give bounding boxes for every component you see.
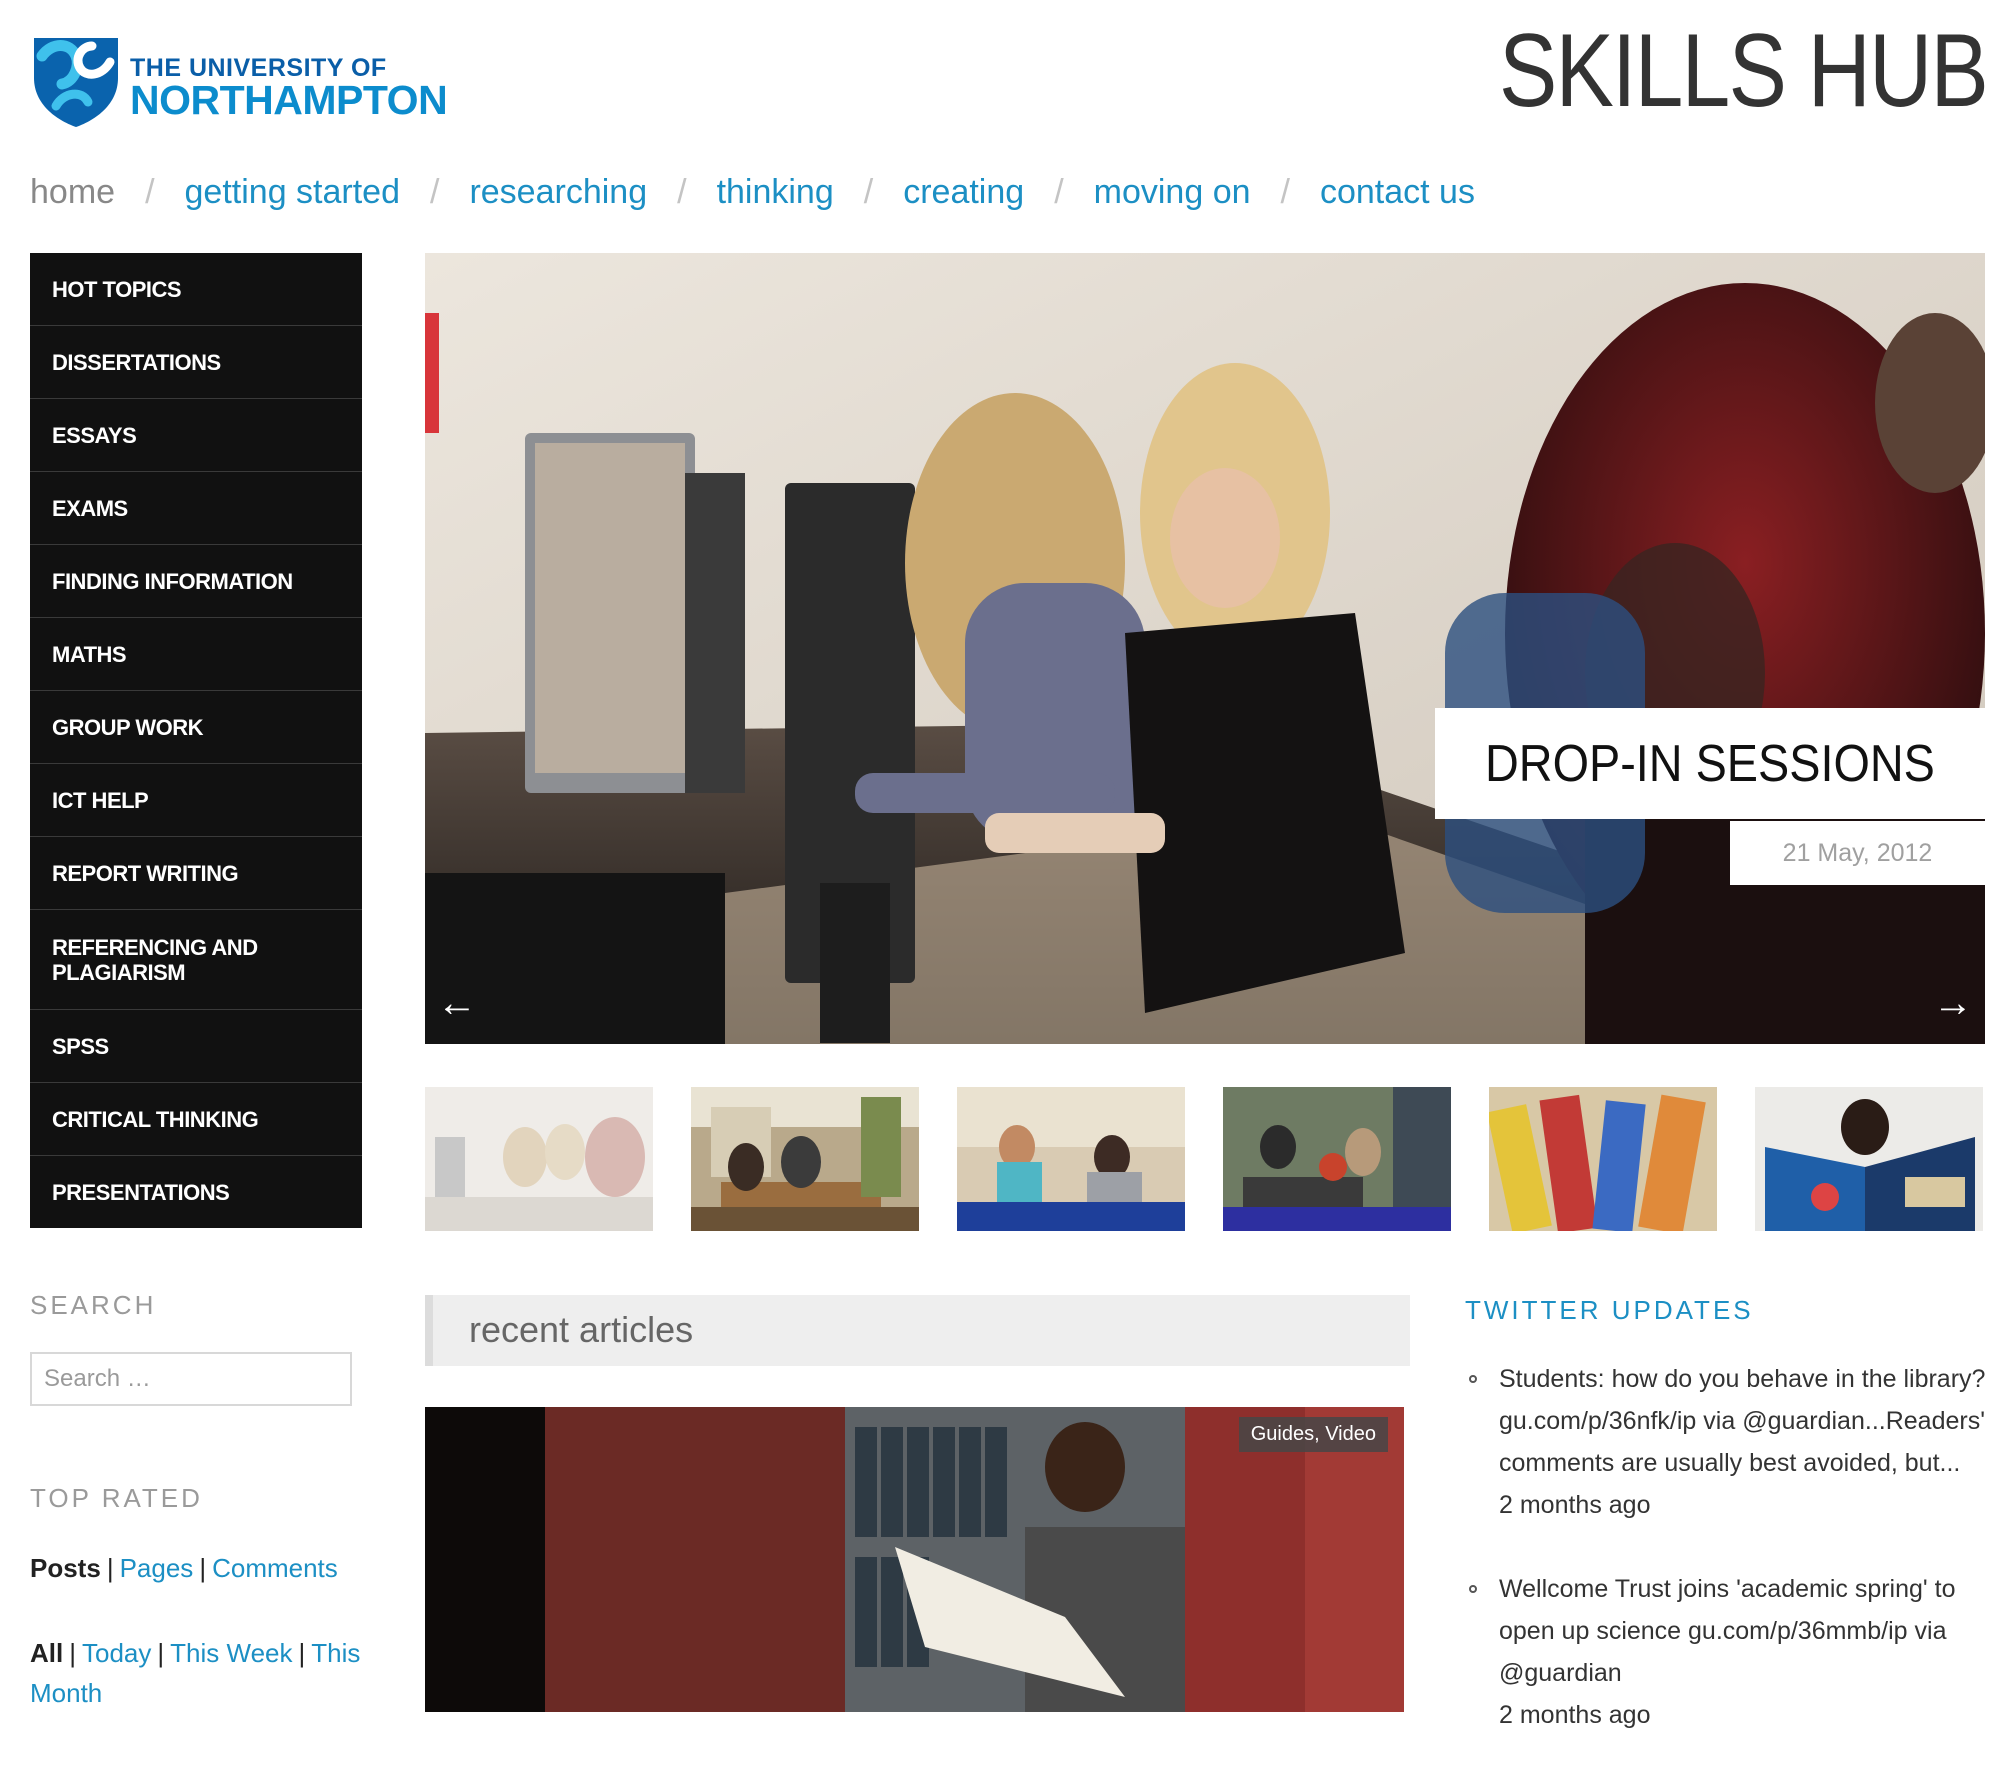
- menu-item-dissertations[interactable]: DISSERTATIONS: [30, 326, 362, 399]
- menu-item-finding-information[interactable]: FINDING INFORMATION: [30, 545, 362, 618]
- slide-thumbnail[interactable]: [1489, 1087, 1717, 1231]
- top-rated-period-tabs: All | Today | This Week | This Month: [30, 1638, 361, 1708]
- tab-posts[interactable]: Posts: [30, 1553, 101, 1583]
- menu-item-hot-topics[interactable]: HOT TOPICS: [30, 253, 362, 326]
- nav-researching[interactable]: researching: [469, 170, 647, 214]
- university-logo-mark[interactable]: [30, 32, 122, 128]
- tweet-time[interactable]: 2 months ago: [1499, 1484, 1990, 1526]
- nav-thinking[interactable]: thinking: [717, 170, 834, 214]
- hero-photo: [425, 253, 1985, 1044]
- nav-separator: /: [145, 173, 155, 211]
- site-title[interactable]: SKILLS HUB: [1499, 16, 1989, 126]
- tweet-time[interactable]: 2 months ago: [1499, 1694, 1990, 1736]
- menu-item-spss[interactable]: SPSS: [30, 1010, 362, 1083]
- nav-separator: /: [1054, 173, 1064, 211]
- tab-pages[interactable]: Pages: [120, 1553, 194, 1583]
- search-input[interactable]: [30, 1352, 352, 1406]
- thumbnail-image: [425, 1087, 653, 1231]
- nav-moving-on[interactable]: moving on: [1094, 170, 1251, 214]
- menu-item-ict-help[interactable]: ICT HELP: [30, 764, 362, 837]
- nav-getting-started[interactable]: getting started: [185, 170, 400, 214]
- nav-separator: /: [677, 173, 687, 211]
- nav-separator: /: [430, 173, 440, 211]
- tweet-list: Students: how do you behave in the libra…: [1465, 1358, 1990, 1778]
- thumbnail-image: [1223, 1087, 1451, 1231]
- thumbnail-image: [691, 1087, 919, 1231]
- menu-item-exams[interactable]: EXAMS: [30, 472, 362, 545]
- nav-contact-us[interactable]: contact us: [1320, 170, 1475, 214]
- tab-all[interactable]: All: [30, 1638, 63, 1668]
- tab-this-week[interactable]: This Week: [170, 1638, 292, 1668]
- tweet-text[interactable]: Wellcome Trust joins 'academic spring' t…: [1499, 1575, 1955, 1687]
- tweet-text[interactable]: Students: how do you behave in the libra…: [1499, 1365, 1985, 1477]
- menu-item-essays[interactable]: ESSAYS: [30, 399, 362, 472]
- search-widget-title: SEARCH: [30, 1290, 157, 1320]
- slide-thumbnail[interactable]: [425, 1087, 653, 1231]
- menu-item-group-work[interactable]: GROUP WORK: [30, 691, 362, 764]
- article-tags[interactable]: Guides, Video: [1238, 1417, 1388, 1452]
- slide-thumbnail[interactable]: [1223, 1087, 1451, 1231]
- slide-thumbnail[interactable]: [1755, 1087, 1983, 1231]
- nav-separator: /: [1280, 173, 1290, 211]
- hero-date: 21 May, 2012: [1730, 821, 1985, 885]
- slide-thumbnail[interactable]: [957, 1087, 1185, 1231]
- nav-home[interactable]: home: [30, 170, 115, 214]
- prev-slide-arrow-icon[interactable]: ←: [437, 983, 477, 1023]
- top-rated-title: TOP RATED: [30, 1483, 203, 1513]
- nav-creating[interactable]: creating: [903, 170, 1024, 214]
- article-thumbnail[interactable]: Guides, Video: [425, 1407, 1404, 1712]
- tab-comments[interactable]: Comments: [212, 1553, 338, 1583]
- tab-today[interactable]: Today: [82, 1638, 151, 1668]
- recent-articles-title: recent articles: [469, 1309, 694, 1350]
- hero-caption[interactable]: DROP-IN SESSIONS: [1435, 708, 1985, 819]
- nav-separator: /: [863, 173, 874, 211]
- top-rated-type-tabs: Posts | Pages | Comments: [30, 1553, 338, 1583]
- logo-line2: NORTHAMPTON: [130, 77, 448, 123]
- twitter-updates-title: TWITTER UPDATES: [1465, 1295, 1754, 1325]
- menu-item-maths[interactable]: MATHS: [30, 618, 362, 691]
- topics-menu: HOT TOPICS DISSERTATIONS ESSAYS EXAMS FI…: [30, 253, 362, 1228]
- thumbnail-image: [957, 1087, 1185, 1231]
- hero-slider[interactable]: DROP-IN SESSIONS 21 May, 2012 ← →: [425, 253, 1985, 1044]
- menu-item-report-writing[interactable]: REPORT WRITING: [30, 837, 362, 910]
- hero-caption-title: DROP-IN SESSIONS: [1485, 734, 1935, 793]
- menu-item-referencing[interactable]: REFERENCING AND PLAGIARISM: [30, 910, 362, 1010]
- main-nav: home / getting started / researching / t…: [30, 170, 1475, 214]
- recent-articles-header: recent articles: [425, 1295, 1410, 1366]
- tweet-item: Wellcome Trust joins 'academic spring' t…: [1465, 1568, 1990, 1736]
- menu-item-presentations[interactable]: PRESENTATIONS: [30, 1156, 362, 1228]
- tweet-item: Students: how do you behave in the libra…: [1465, 1358, 1990, 1526]
- menu-item-critical-thinking[interactable]: CRITICAL THINKING: [30, 1083, 362, 1156]
- next-slide-arrow-icon[interactable]: →: [1933, 983, 1973, 1023]
- article-image: [425, 1407, 1404, 1712]
- thumbnail-image: [1489, 1087, 1717, 1231]
- university-logo-text[interactable]: THE UNIVERSITY OF NORTHAMPTON: [130, 56, 448, 123]
- slide-thumbnail[interactable]: [691, 1087, 919, 1231]
- thumbnail-image: [1755, 1087, 1983, 1231]
